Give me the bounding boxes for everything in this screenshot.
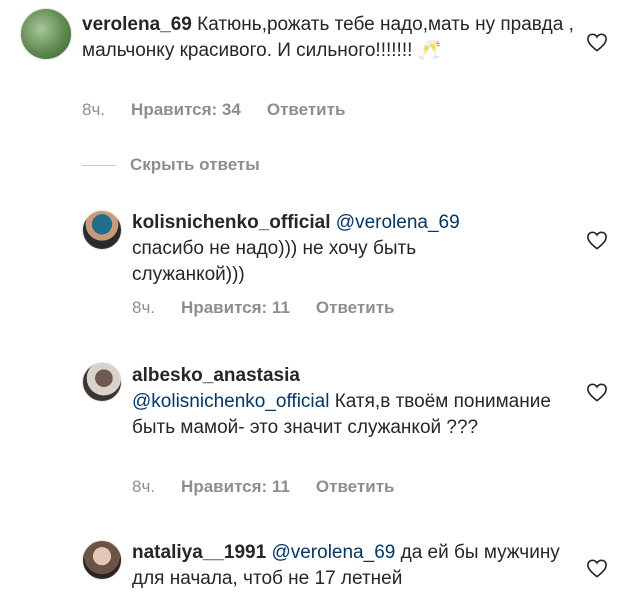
comment-text: спасибо не надо))) не хочу быть служанко… (132, 238, 417, 285)
comment-meta: 8ч. Нравится: 11 Ответить (132, 298, 394, 318)
comment-username[interactable]: verolena_69 (82, 14, 192, 35)
heart-icon[interactable] (586, 230, 608, 250)
comment-time: 8ч. (132, 298, 156, 317)
reply-button[interactable]: Ответить (267, 100, 346, 120)
avatar[interactable] (82, 210, 122, 250)
emoji: 🥂 (417, 40, 442, 61)
heart-icon[interactable] (586, 32, 608, 52)
comment-time: 8ч. (82, 100, 106, 119)
mention-link[interactable]: @kolisnichenko_official (132, 391, 329, 412)
heart-icon[interactable] (586, 558, 608, 578)
avatar[interactable] (82, 540, 122, 580)
avatar[interactable] (20, 8, 72, 60)
comment-meta: 8ч. Нравится: 11 Ответить (132, 477, 394, 497)
likes-count[interactable]: Нравится: 11 (181, 298, 290, 318)
comment-time: 8ч. (132, 477, 156, 496)
mention-link[interactable]: @verolena_69 (266, 542, 395, 563)
comment-username[interactable]: nataliya__1991 (132, 542, 266, 563)
divider (82, 164, 116, 166)
comment-username[interactable]: albesko_anastasia (132, 365, 300, 386)
likes-count[interactable]: Нравится: 34 (131, 100, 241, 120)
reply-button[interactable]: Ответить (316, 477, 395, 497)
comment-username[interactable]: kolisnichenko_official (132, 212, 331, 233)
mention-link[interactable]: @verolena_69 (331, 212, 460, 233)
reply-button[interactable]: Ответить (316, 298, 395, 318)
avatar[interactable] (82, 362, 122, 402)
comment-meta: 8ч. Нравится: 34 Ответить (82, 100, 345, 120)
likes-count[interactable]: Нравится: 11 (181, 477, 290, 497)
heart-icon[interactable] (586, 382, 608, 402)
hide-replies-button[interactable]: Скрыть ответы (82, 155, 260, 175)
hide-replies-label: Скрыть ответы (130, 155, 260, 174)
